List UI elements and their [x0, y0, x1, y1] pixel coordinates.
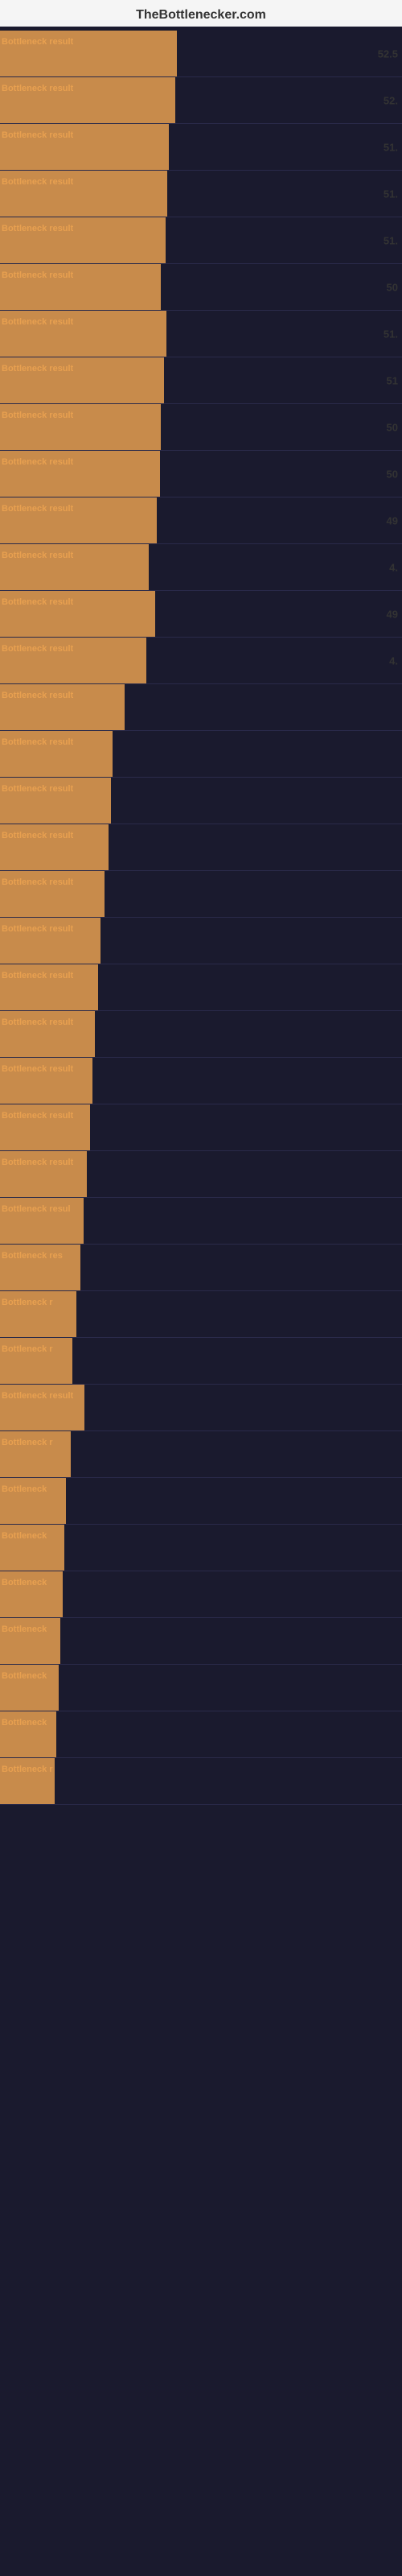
bar-label: Bottleneck result — [2, 737, 73, 747]
bar-label: Bottleneck result — [2, 877, 73, 887]
bar-label: Bottleneck r — [2, 1344, 53, 1354]
bar-row: Bottleneck result — [0, 918, 402, 964]
bar-row: Bottleneck result 52. — [0, 77, 402, 124]
bar-row: Bottleneck result — [0, 1151, 402, 1198]
bar-row: Bottleneck result 50 — [0, 404, 402, 451]
bar-label: Bottleneck result — [2, 224, 73, 233]
bar-row: Bottleneck result — [0, 1011, 402, 1058]
bar-label: Bottleneck result — [2, 1018, 73, 1027]
bar-row: Bottleneck result — [0, 964, 402, 1011]
bar-value: 51. — [384, 188, 398, 200]
bar-row: Bottleneck result 52.5 — [0, 31, 402, 77]
bar-row: Bottleneck resul — [0, 1198, 402, 1245]
bar-value: 50 — [387, 421, 398, 433]
bar-value: 52.5 — [378, 47, 398, 60]
bar-row: Bottleneck result — [0, 1385, 402, 1431]
bar-row: Bottleneck result — [0, 1104, 402, 1151]
bar-row: Bottleneck — [0, 1618, 402, 1665]
bar-label: Bottleneck r — [2, 1438, 53, 1447]
bar-label: Bottleneck — [2, 1671, 47, 1681]
bar-value: 50 — [387, 281, 398, 293]
bar-row: Bottleneck result — [0, 824, 402, 871]
bar-row: Bottleneck — [0, 1665, 402, 1711]
bar-label: Bottleneck result — [2, 37, 73, 47]
bar-row: Bottleneck result 51. — [0, 124, 402, 171]
bar-row: Bottleneck result 50 — [0, 264, 402, 311]
bar-label: Bottleneck res — [2, 1251, 63, 1261]
bar-row: Bottleneck result 49 — [0, 591, 402, 638]
bar-label: Bottleneck result — [2, 317, 73, 327]
bar-label: Bottleneck — [2, 1484, 47, 1494]
bar-value: 4. — [389, 561, 398, 573]
bar-label: Bottleneck — [2, 1531, 47, 1541]
bar-value: 51 — [387, 374, 398, 386]
bar-value: 51. — [384, 141, 398, 153]
bar-row: Bottleneck result 49 — [0, 497, 402, 544]
bar-label: Bottleneck result — [2, 691, 73, 700]
bar-row: Bottleneck result 50 — [0, 451, 402, 497]
bar-label: Bottleneck r — [2, 1765, 53, 1774]
bar-row: Bottleneck result — [0, 1058, 402, 1104]
bar-row: Bottleneck r — [0, 1338, 402, 1385]
bar-value: 4. — [389, 654, 398, 667]
bar-row: Bottleneck result — [0, 871, 402, 918]
bar-row: Bottleneck — [0, 1711, 402, 1758]
bar-label: Bottleneck result — [2, 130, 73, 140]
bar-row: Bottleneck r — [0, 1291, 402, 1338]
bar-row: Bottleneck result 4. — [0, 638, 402, 684]
bar-label: Bottleneck result — [2, 1064, 73, 1074]
bar-label: Bottleneck result — [2, 364, 73, 374]
bar-label: Bottleneck — [2, 1578, 47, 1587]
bar-label: Bottleneck result — [2, 270, 73, 280]
bar-row: Bottleneck — [0, 1571, 402, 1618]
bar-label: Bottleneck result — [2, 457, 73, 467]
bar-label: Bottleneck result — [2, 504, 73, 514]
bar-row: Bottleneck result 4. — [0, 544, 402, 591]
bar-row: Bottleneck result 51 — [0, 357, 402, 404]
bar-value: 49 — [387, 514, 398, 526]
bar-value: 52. — [384, 94, 398, 106]
bar-row: Bottleneck result 51. — [0, 217, 402, 264]
bar-label: Bottleneck r — [2, 1298, 53, 1307]
bar-label: Bottleneck result — [2, 177, 73, 187]
bar-value: 51. — [384, 328, 398, 340]
chart-container: Bottleneck result 52.5 Bottleneck result 52… — [0, 27, 402, 1809]
bar-label: Bottleneck result — [2, 411, 73, 420]
bar-row: Bottleneck r — [0, 1758, 402, 1805]
bar-label: Bottleneck result — [2, 831, 73, 840]
bar-value: 49 — [387, 608, 398, 620]
bar-label: Bottleneck result — [2, 644, 73, 654]
bar-row: Bottleneck r — [0, 1431, 402, 1478]
bar-label: Bottleneck result — [2, 1158, 73, 1167]
bar-label: Bottleneck result — [2, 551, 73, 560]
bar-value: 51. — [384, 234, 398, 246]
bar-label: Bottleneck — [2, 1718, 47, 1728]
bar-label: Bottleneck result — [2, 1111, 73, 1121]
bar-label: Bottleneck resul — [2, 1204, 71, 1214]
bar-row: Bottleneck result — [0, 731, 402, 778]
bar-row: Bottleneck — [0, 1525, 402, 1571]
bar-label: Bottleneck result — [2, 784, 73, 794]
bar-row: Bottleneck result — [0, 684, 402, 731]
bar-label: Bottleneck — [2, 1624, 47, 1634]
bar-label: Bottleneck result — [2, 1391, 73, 1401]
bar-row: Bottleneck — [0, 1478, 402, 1525]
bar-row: Bottleneck res — [0, 1245, 402, 1291]
bar-label: Bottleneck result — [2, 924, 73, 934]
bar-label: Bottleneck result — [2, 971, 73, 980]
site-header: TheBottlenecker.com — [0, 0, 402, 27]
bar-label: Bottleneck result — [2, 597, 73, 607]
bar-row: Bottleneck result — [0, 778, 402, 824]
bar-value: 50 — [387, 468, 398, 480]
bar-row: Bottleneck result 51. — [0, 171, 402, 217]
bar-label: Bottleneck result — [2, 84, 73, 93]
bar-row: Bottleneck result 51. — [0, 311, 402, 357]
